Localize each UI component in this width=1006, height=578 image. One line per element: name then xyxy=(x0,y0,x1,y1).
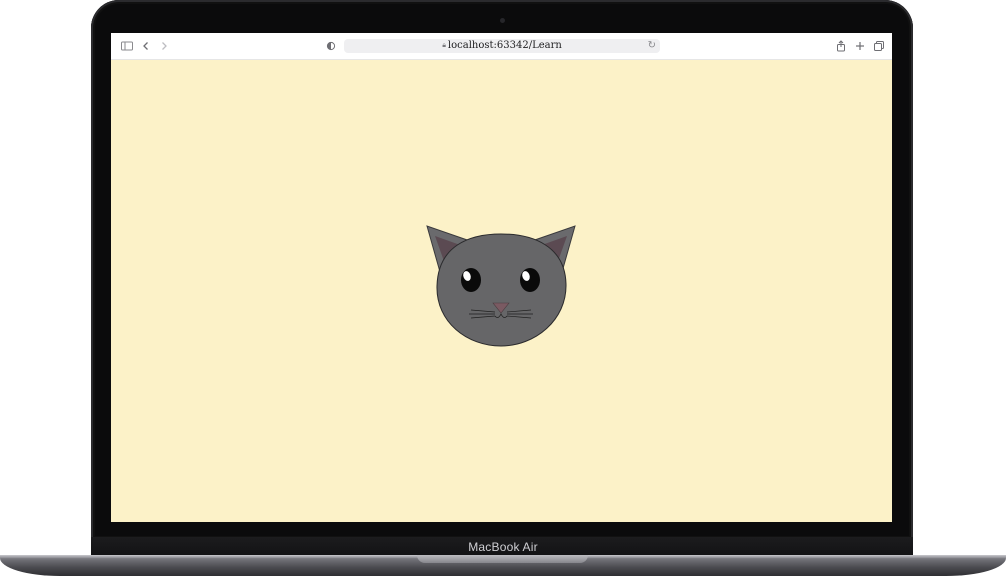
laptop-mockup: 🔒︎ localhost:63342/Learn ↻ MacBook Air xyxy=(0,0,1006,578)
device-label: MacBook Air xyxy=(468,540,538,554)
tab-overview-icon[interactable] xyxy=(872,39,886,53)
address-bar[interactable]: 🔒︎ localhost:63342/Learn ↻ xyxy=(344,39,660,53)
back-chevron-icon[interactable] xyxy=(139,39,153,53)
reload-icon[interactable]: ↻ xyxy=(648,39,656,53)
forward-chevron-icon[interactable] xyxy=(157,39,171,53)
page-canvas xyxy=(111,60,892,522)
plus-icon[interactable] xyxy=(853,39,867,53)
browser-window: 🔒︎ localhost:63342/Learn ↻ xyxy=(111,33,892,522)
laptop-opening-notch xyxy=(417,555,588,563)
camera-dot xyxy=(500,18,505,23)
sidebar-icon[interactable] xyxy=(120,39,134,53)
lock-icon: 🔒︎ xyxy=(442,41,446,49)
cat-face-illustration xyxy=(426,225,576,347)
browser-toolbar: 🔒︎ localhost:63342/Learn ↻ xyxy=(111,33,892,60)
url-display: 🔒︎ localhost:63342/Learn xyxy=(344,39,660,53)
privacy-shield-icon[interactable] xyxy=(324,39,338,53)
share-icon[interactable] xyxy=(834,39,848,53)
laptop-lid: 🔒︎ localhost:63342/Learn ↻ xyxy=(91,0,913,540)
url-text: localhost:63342/Learn xyxy=(447,40,562,51)
